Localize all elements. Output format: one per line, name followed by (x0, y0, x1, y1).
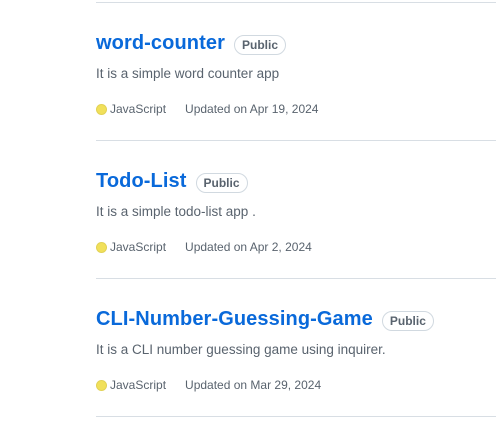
repo-title-row: Todo-List Public (96, 170, 248, 193)
repo-updated: Updated on Mar 29, 2024 (185, 378, 322, 392)
repo-meta: JavaScript Updated on Mar 29, 2024 (96, 378, 321, 392)
repo-description: It is a simple word counter app (96, 66, 280, 81)
language-color-dot (96, 379, 107, 391)
repo-updated: Updated on Apr 19, 2024 (185, 102, 319, 116)
repo-name-link[interactable]: Todo-List (96, 170, 187, 193)
repo-language: JavaScript (110, 240, 167, 254)
repo-description: It is a CLI number guessing game using i… (96, 342, 386, 357)
repository-list: word-counter Public It is a simple word … (96, 0, 496, 417)
repo-title-row: CLI-Number-Guessing-Game Public (96, 308, 434, 331)
repo-description: It is a simple todo-list app . (96, 204, 256, 219)
repo-meta: JavaScript Updated on Apr 2, 2024 (96, 240, 312, 254)
language-color-dot (96, 241, 107, 253)
language-color-dot (96, 103, 107, 115)
repo-list-item: word-counter Public It is a simple word … (96, 3, 496, 140)
repo-updated: Updated on Apr 2, 2024 (185, 240, 312, 254)
visibility-badge: Public (381, 310, 434, 331)
visibility-badge: Public (195, 172, 248, 193)
repo-name-link[interactable]: CLI-Number-Guessing-Game (96, 308, 373, 331)
divider (96, 416, 496, 417)
repo-name-link[interactable]: word-counter (96, 32, 225, 55)
repo-title-row: word-counter Public (96, 32, 286, 55)
repo-list-item: CLI-Number-Guessing-Game Public It is a … (96, 279, 496, 416)
repo-meta: JavaScript Updated on Apr 19, 2024 (96, 102, 318, 116)
repo-language: JavaScript (110, 102, 167, 116)
repo-language: JavaScript (110, 378, 167, 392)
visibility-badge: Public (233, 34, 286, 55)
repo-list-item: Todo-List Public It is a simple todo-lis… (96, 141, 496, 278)
